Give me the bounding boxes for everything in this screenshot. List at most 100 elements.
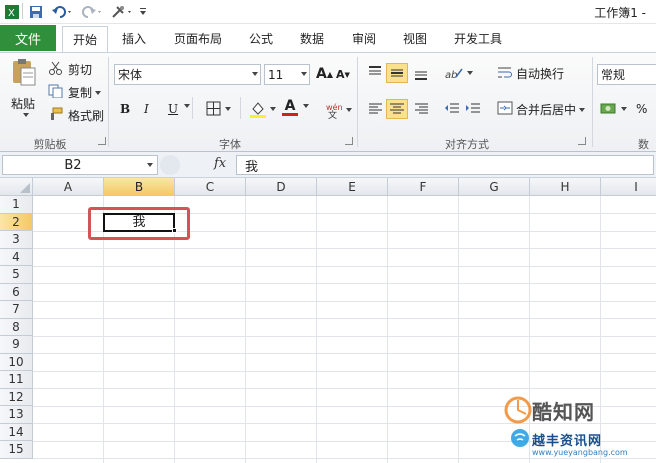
borders-icon[interactable]	[206, 101, 231, 117]
italic-button[interactable]: I	[144, 102, 149, 116]
font-name-select[interactable]: 宋体	[114, 64, 261, 85]
name-box[interactable]: B2	[2, 155, 158, 175]
watermark: 酷知网 越丰资讯网 www.yueyangbang.com	[496, 388, 656, 463]
font-size-select[interactable]: 11	[264, 64, 310, 85]
alignment-launcher-icon[interactable]	[578, 137, 586, 145]
format-painter-button[interactable]: 格式刷	[48, 107, 104, 124]
customize-quick-access-icon[interactable]	[138, 3, 148, 21]
undo-icon[interactable]	[50, 3, 74, 21]
group-separator-2	[357, 57, 358, 147]
name-box-value: B2	[64, 158, 82, 173]
paste-button[interactable]: 粘贴	[11, 95, 35, 112]
gridline	[33, 283, 656, 284]
increase-indent-icon[interactable]	[465, 101, 481, 117]
gridline	[33, 318, 656, 319]
percent-button[interactable]: %	[636, 102, 647, 116]
watermark-brand: 酷知网	[532, 400, 595, 424]
row-header-4[interactable]: 4	[0, 248, 33, 266]
tab-formulas[interactable]: 公式	[249, 30, 273, 47]
select-all-corner[interactable]	[0, 178, 33, 196]
align-left-icon[interactable]	[368, 101, 384, 117]
row-header-2[interactable]: 2	[0, 213, 33, 231]
decrease-indent-icon[interactable]	[444, 101, 460, 117]
qa-divider	[22, 3, 23, 19]
paste-dropdown-icon[interactable]	[20, 113, 29, 117]
row-header-15[interactable]: 15	[0, 441, 33, 459]
tab-review[interactable]: 审阅	[352, 30, 376, 47]
copy-dropdown-icon[interactable]	[95, 90, 102, 95]
row-header-3[interactable]: 3	[0, 231, 33, 249]
column-header-c[interactable]: C	[175, 178, 246, 196]
align-top-icon[interactable]	[367, 65, 383, 81]
merge-center-dropdown-icon[interactable]	[579, 107, 586, 112]
align-right-icon[interactable]	[413, 101, 429, 117]
gridline	[33, 265, 656, 267]
font-color-icon[interactable]: A	[282, 99, 298, 116]
font-launcher-icon[interactable]	[345, 137, 353, 145]
row-header-9[interactable]: 9	[0, 336, 33, 354]
column-header-e[interactable]: E	[317, 178, 388, 196]
name-box-dropdown-icon[interactable]	[147, 163, 153, 167]
row-header-10[interactable]: 10	[0, 353, 33, 371]
row-header-12[interactable]: 12	[0, 388, 33, 406]
font-size-value: 11	[268, 67, 284, 82]
cut-button[interactable]: 剪切	[48, 61, 92, 78]
bold-button[interactable]: B	[120, 102, 130, 116]
column-header-d[interactable]: D	[246, 178, 317, 196]
copy-button[interactable]: 复制	[48, 84, 102, 101]
formula-bar-splitter[interactable]	[160, 155, 180, 175]
underline-dropdown-icon[interactable]	[181, 104, 190, 108]
scissors-icon	[48, 61, 64, 78]
tab-view[interactable]: 视图	[403, 30, 427, 47]
row-header-11[interactable]: 11	[0, 371, 33, 389]
insert-function-icon[interactable]: fx	[214, 156, 226, 171]
font-group-label: 字体	[219, 138, 241, 151]
redo-icon[interactable]	[80, 3, 104, 21]
watermark-tagline: 越丰资讯网	[532, 434, 603, 449]
column-header-g[interactable]: G	[459, 178, 530, 196]
number-format-select[interactable]: 常规	[597, 64, 656, 85]
row-header-7[interactable]: 7	[0, 301, 33, 319]
align-bottom-icon[interactable]	[413, 65, 429, 81]
tab-page-layout[interactable]: 页面布局	[174, 30, 222, 47]
phonetic-icon[interactable]: wén 文	[325, 101, 352, 119]
excel-icon: X	[4, 3, 20, 21]
column-header-a[interactable]: A	[33, 178, 104, 196]
ribbon-tabs: 文件 开始 插入 页面布局 公式 数据 审阅 视图 开发工具	[0, 24, 656, 52]
wrap-text-button[interactable]: 自动换行	[497, 65, 564, 82]
underline-button[interactable]: U	[168, 102, 178, 116]
column-header-f[interactable]: F	[388, 178, 459, 196]
save-icon[interactable]	[28, 3, 44, 21]
row-header-1[interactable]: 1	[0, 196, 33, 214]
highlight-annotation-box	[88, 207, 190, 240]
paste-icon[interactable]	[8, 57, 40, 87]
document-title: 工作簿1 -	[594, 6, 646, 20]
tab-developer[interactable]: 开发工具	[454, 30, 502, 47]
tab-data[interactable]: 数据	[300, 30, 324, 47]
tab-file[interactable]: 文件	[0, 25, 56, 51]
row-header-5[interactable]: 5	[0, 266, 33, 284]
row-header-6[interactable]: 6	[0, 283, 33, 301]
column-header-b[interactable]: B	[104, 178, 175, 196]
accounting-format-icon[interactable]	[600, 101, 627, 117]
format-painter-icon	[48, 107, 64, 124]
font-color-dropdown-icon[interactable]	[300, 104, 309, 108]
merge-center-button[interactable]: 合并后居中	[497, 101, 586, 118]
tools-icon[interactable]	[110, 3, 134, 21]
tab-home[interactable]: 开始	[62, 26, 108, 52]
column-header-i[interactable]: I	[601, 178, 656, 196]
row-header-14[interactable]: 14	[0, 423, 33, 441]
group-separator-3	[592, 57, 593, 147]
formula-input[interactable]: 我	[236, 155, 654, 175]
clipboard-launcher-icon[interactable]	[98, 137, 106, 145]
row-header-13[interactable]: 13	[0, 406, 33, 424]
fill-color-icon[interactable]	[249, 100, 276, 118]
align-center-icon[interactable]	[386, 99, 408, 119]
tab-insert[interactable]: 插入	[122, 30, 146, 47]
increase-font-size-icon[interactable]: A ▲	[316, 66, 333, 82]
row-header-8[interactable]: 8	[0, 318, 33, 336]
column-header-h[interactable]: H	[530, 178, 601, 196]
align-middle-icon[interactable]	[386, 63, 408, 83]
orientation-icon[interactable]: ab	[444, 65, 473, 81]
decrease-font-size-icon[interactable]: A ▼	[336, 68, 350, 81]
